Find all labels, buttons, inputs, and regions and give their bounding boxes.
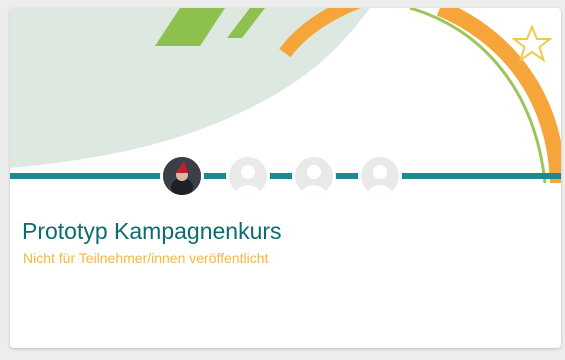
favorite-star-icon[interactable]	[511, 24, 553, 64]
participant-avatars	[160, 154, 424, 202]
person-icon	[301, 165, 327, 195]
person-icon	[235, 165, 261, 195]
course-title[interactable]: Prototyp Kampagnenkurs	[22, 218, 282, 245]
course-card[interactable]: Prototyp Kampagnenkurs Nicht für Teilneh…	[10, 8, 561, 348]
person-icon	[367, 165, 393, 195]
participant-avatar-placeholder[interactable]	[358, 154, 402, 198]
participant-avatar-photo[interactable]	[160, 154, 204, 198]
course-visibility-status: Nicht für Teilnehmer/innen veröffentlich…	[23, 250, 269, 266]
participant-avatar-placeholder[interactable]	[292, 154, 336, 198]
participant-avatar-placeholder[interactable]	[226, 154, 270, 198]
